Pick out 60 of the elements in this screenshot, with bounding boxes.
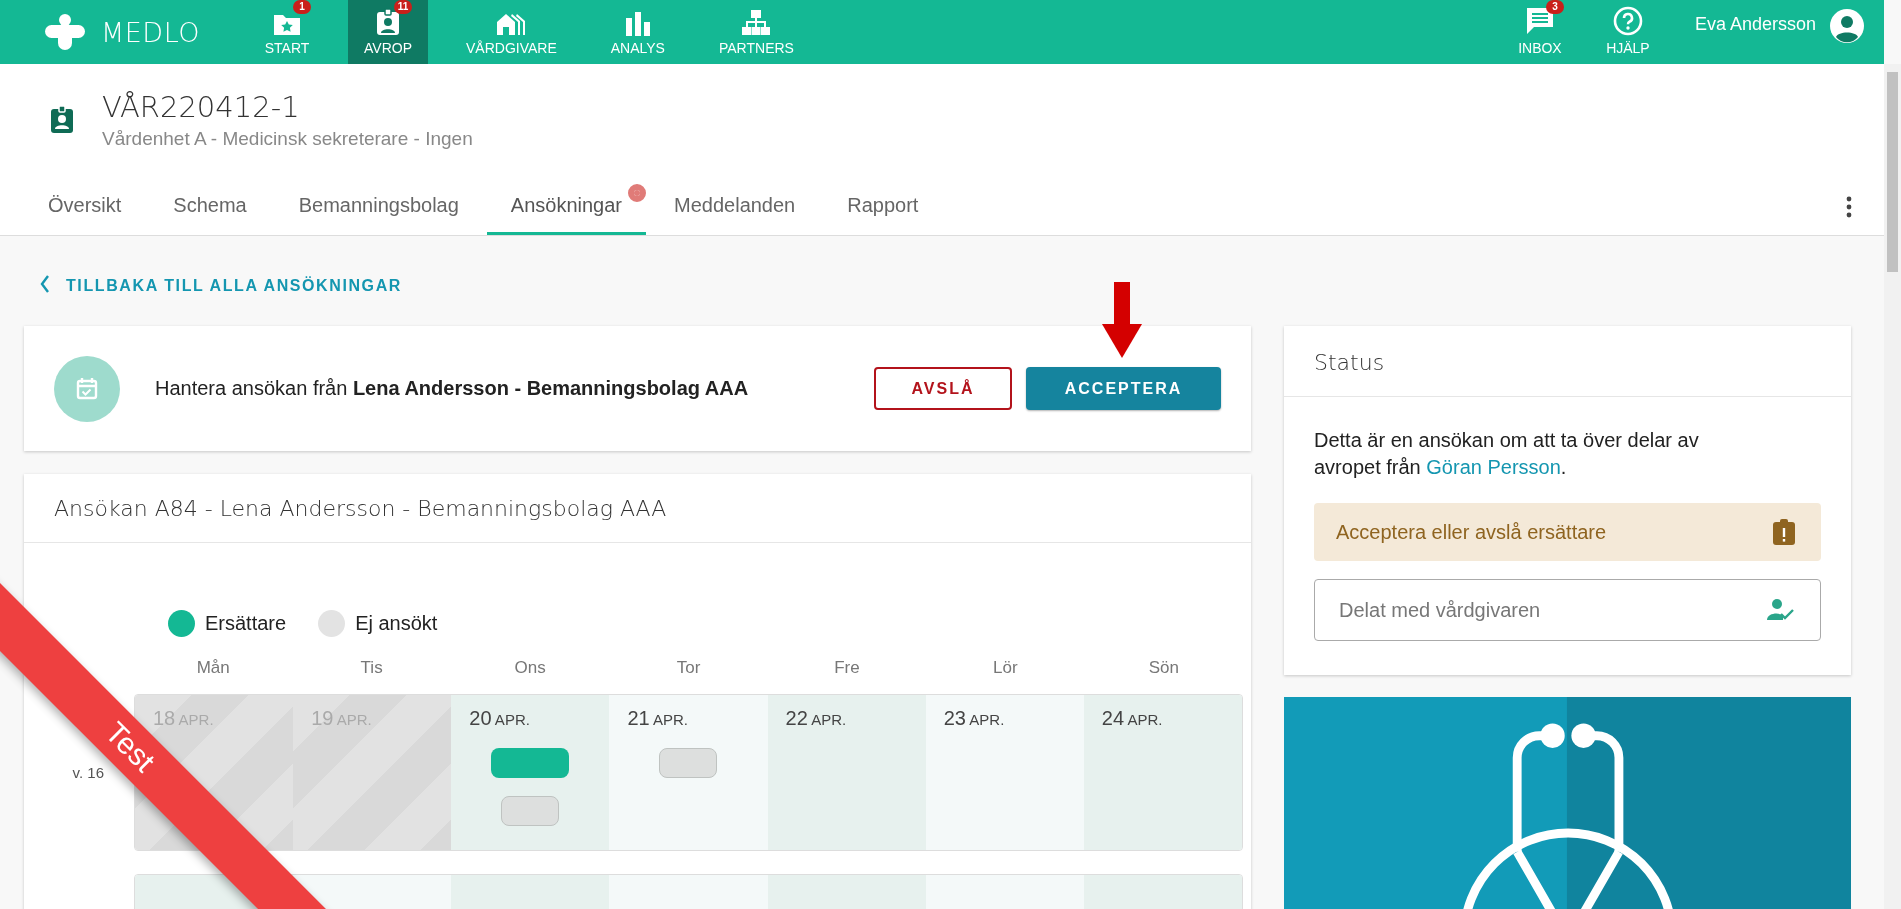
count-badge: 3 — [1545, 0, 1564, 14]
weekday-label: Fre — [833, 658, 861, 679]
tab[interactable]: Bemanningsbolag — [274, 178, 483, 235]
weekday-label: Mån — [195, 658, 231, 679]
back-link[interactable]: TILLBAKA TILL ALLA ANSÖKNINGAR — [24, 236, 1852, 298]
shift-chip[interactable] — [659, 748, 718, 778]
week-label: v. 16 — [72, 764, 104, 781]
request-text: Hantera ansökan från Lena Andersson - Bemanningsbolag AAA — [155, 377, 749, 400]
day-cell[interactable]: 23 APR. — [925, 695, 1084, 850]
avatar-icon[interactable] — [1830, 9, 1864, 43]
clipboard-alert-icon — [1773, 519, 1795, 545]
legend-label: Ersättare — [205, 611, 287, 635]
shift-chip[interactable] — [491, 748, 570, 778]
alert-text: Acceptera eller avslå ersättare — [1336, 520, 1607, 544]
nav-item[interactable]: INBOX 3 — [1500, 0, 1579, 64]
id-badge-icon — [376, 6, 400, 36]
page-subtitle: Vårdenhet A - Medicinsk sekreterare - Ingen — [102, 128, 473, 150]
nav-item[interactable]: START 1 — [248, 0, 326, 64]
count-badge: 1 — [293, 0, 311, 14]
person-check-icon — [1767, 598, 1795, 622]
logo-icon — [45, 14, 85, 50]
help-icon — [1612, 6, 1643, 36]
id-badge-icon — [50, 106, 74, 134]
page-title: VÅR220412-1 — [102, 90, 301, 124]
tab[interactable]: Meddelanden — [650, 178, 820, 235]
weekday-label: Sön — [1147, 658, 1180, 679]
day-number: 21 APR. — [627, 707, 689, 730]
legend-label: Ej ansökt — [355, 611, 438, 635]
day-cell[interactable]: 22 APR. — [767, 695, 926, 850]
person-link[interactable]: Göran Persson — [1426, 456, 1561, 478]
shift-chip[interactable] — [501, 796, 560, 826]
logo-text: MEDLO — [101, 16, 200, 48]
day-cell[interactable]: 21 APR. — [609, 695, 768, 850]
status-text: Detta är en ansökan om att ta över delar av avropet från Göran Persson. — [1314, 428, 1700, 480]
tab[interactable]: Ansökningar — [486, 178, 647, 235]
day-number: 22 APR. — [785, 707, 847, 730]
count-badge: 11 — [394, 0, 412, 14]
arrow-down-icon — [1102, 282, 1142, 358]
scroll-thumb[interactable] — [1887, 72, 1898, 272]
scrollbar[interactable] — [1884, 64, 1901, 909]
day-cell[interactable]: 20 APR. — [451, 695, 610, 850]
day-number: 23 APR. — [943, 707, 1005, 730]
tab[interactable]: Schema — [149, 178, 271, 235]
weekday-label: Tor — [675, 658, 702, 679]
nav-item[interactable]: AVROP 11 — [348, 0, 428, 64]
tab[interactable]: Översikt — [24, 178, 146, 235]
reject-button[interactable]: AVSLÅ — [874, 367, 1012, 410]
tab[interactable]: Rapport — [823, 178, 943, 235]
day-number: 20 APR. — [469, 707, 530, 730]
day-cell[interactable]: 24 APR. — [1083, 695, 1242, 850]
shared-field[interactable]: Delat med vårdgivaren — [1314, 579, 1821, 641]
calendar-check-icon — [54, 355, 120, 422]
weekday-label: Tis — [359, 658, 384, 679]
accept-button[interactable]: ACCEPTERA — [1026, 367, 1221, 410]
card-title: Ansökan A84 - Lena Andersson - Bemanningsbolag AAA — [24, 474, 1251, 543]
card-title: Status — [1284, 326, 1851, 397]
more-icon[interactable] — [1846, 195, 1852, 218]
weekday-label: Ons — [513, 658, 547, 679]
weekday-label: Lör — [992, 658, 1019, 679]
day-number: 24 APR. — [1101, 707, 1163, 730]
